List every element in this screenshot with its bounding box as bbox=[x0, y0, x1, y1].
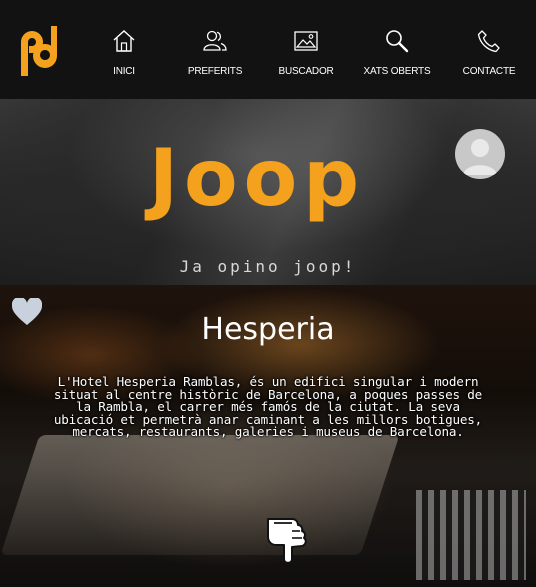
nav-label: CONTACTE bbox=[462, 66, 516, 77]
nav-label: INICI bbox=[113, 66, 135, 77]
home-icon bbox=[113, 30, 135, 52]
nav-label: PREFERITS bbox=[187, 66, 243, 77]
users-icon bbox=[203, 30, 227, 51]
search-icon bbox=[386, 30, 409, 53]
nav-label: XATS OBERTS bbox=[363, 66, 431, 77]
pointing-hand-icon[interactable] bbox=[262, 515, 310, 567]
tagline: Ja opino joop! bbox=[179, 257, 357, 276]
nav-label: BUSCADOR bbox=[278, 66, 334, 77]
nav-item-buscador[interactable]: BUSCADOR bbox=[278, 0, 334, 99]
phone-icon bbox=[477, 30, 500, 53]
user-avatar-icon[interactable] bbox=[455, 129, 505, 179]
nav-item-preferits[interactable]: PREFERITS bbox=[187, 0, 243, 99]
restaurant-description: L'Hotel Hesperia Ramblas, és un edifici … bbox=[53, 374, 483, 439]
pd-logo-icon[interactable] bbox=[18, 24, 58, 76]
user-silhouette-icon bbox=[463, 139, 497, 175]
restaurant-name: Hesperia bbox=[201, 312, 335, 347]
top-navigation-bar: INICI PREFERITS BUSCADOR XATS OBERTS CON… bbox=[0, 0, 536, 99]
nav-item-contacte[interactable]: CONTACTE bbox=[462, 0, 516, 99]
image-icon bbox=[294, 31, 318, 51]
nav-item-xats-oberts[interactable]: XATS OBERTS bbox=[364, 0, 431, 99]
nav-item-inici[interactable]: INICI bbox=[105, 0, 143, 99]
brand-title: Joop bbox=[149, 134, 366, 224]
